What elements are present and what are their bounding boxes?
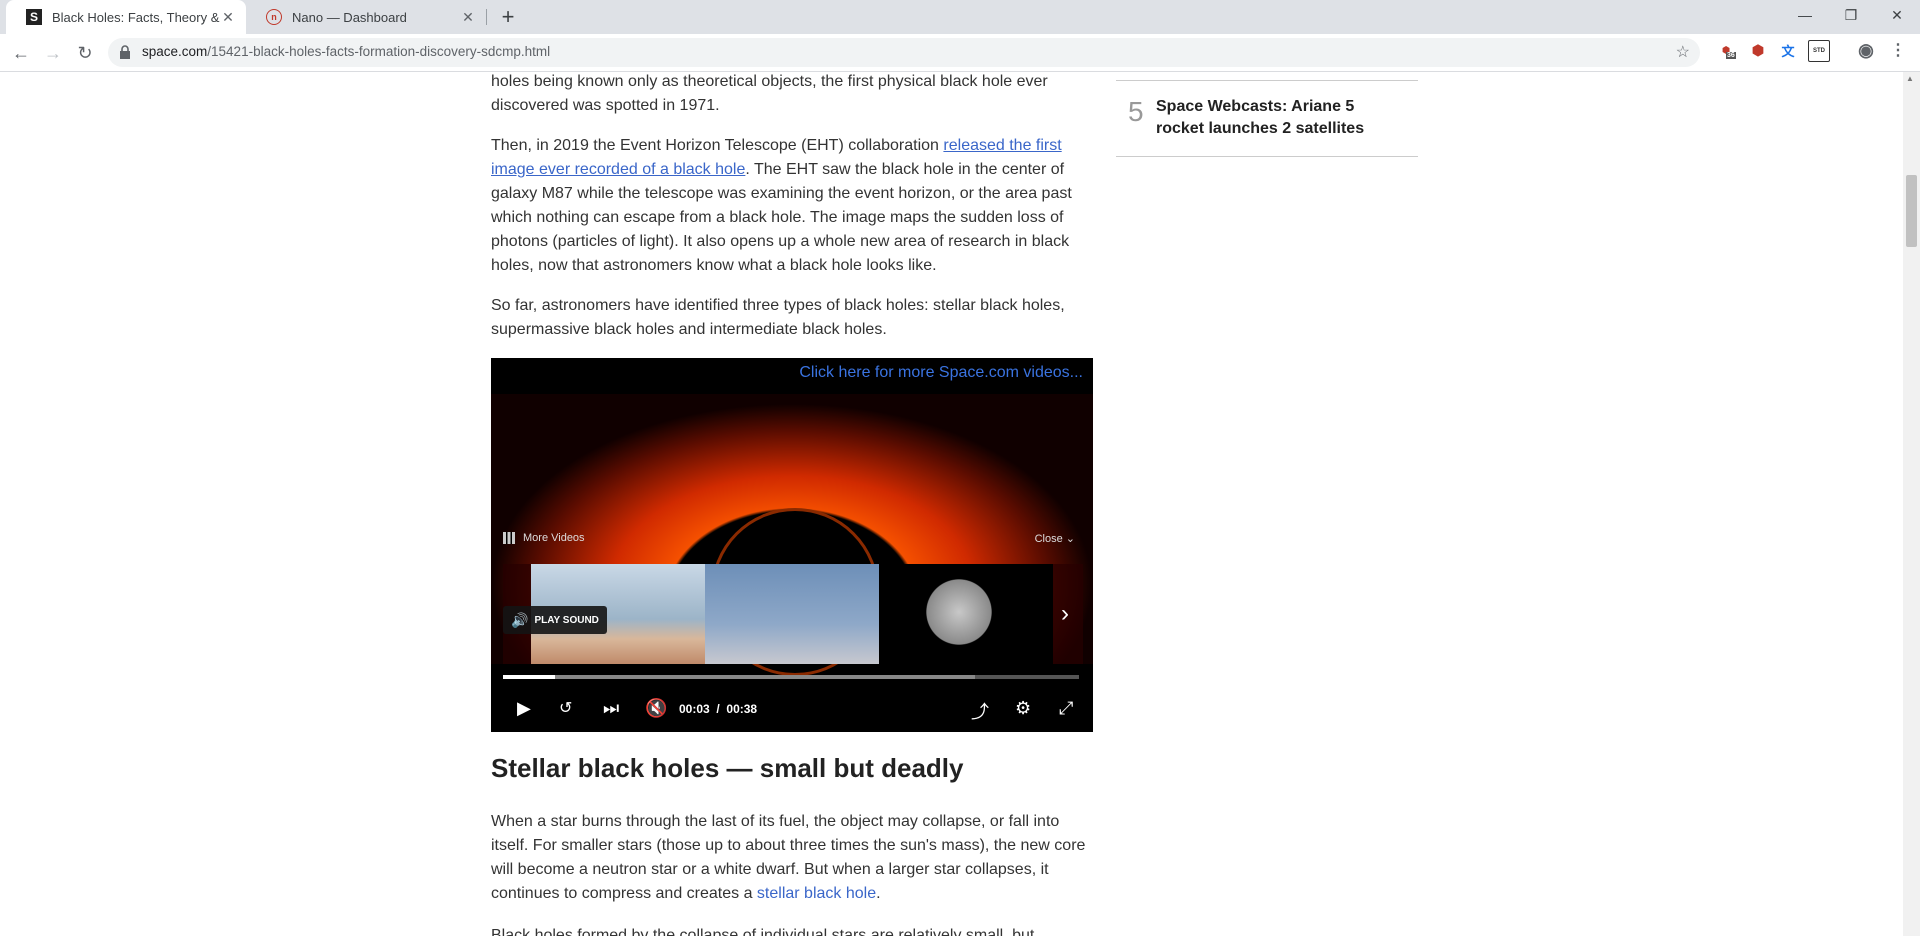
tab-strip: S Black Holes: Facts, Theory & Defi ✕ n … (0, 0, 1920, 34)
extension-badge: 36 (1726, 52, 1736, 59)
nano-extension-icon[interactable]: ⬢ (1748, 40, 1768, 60)
new-tab-icon[interactable]: + (496, 5, 520, 29)
article-paragraph: Then, in 2019 the Event Horizon Telescop… (491, 137, 1072, 274)
speaker-icon: 🔊 (511, 611, 529, 628)
tab-title: Black Holes: Facts, Theory & Defi (52, 9, 220, 25)
article-paragraph: Black holes formed by the collapse of in… (491, 927, 1035, 936)
video-thumbnail[interactable] (879, 564, 1053, 664)
article-paragraph: So far, astronomers have identified thre… (491, 297, 1065, 338)
muted-speaker-icon[interactable]: 🔇 (645, 698, 667, 719)
grid-icon (503, 532, 515, 544)
browser-toolbar: ← → ↻ space.com/15421-black-holes-facts-… (0, 34, 1920, 72)
extension-shield-icon[interactable]: ⬢ 36 (1716, 40, 1736, 60)
close-playlist-button[interactable]: Close ⌄ (1035, 532, 1075, 545)
menu-kebab-icon[interactable]: ⋮ (1888, 40, 1908, 60)
trending-title[interactable]: Space Webcasts: Ariane 5 rocket launches… (1156, 96, 1396, 140)
video-controls: ▶ ↺ ⏭ 🔇 00:03 / 00:38 ⤴ ⚙ ⤢ (491, 688, 1093, 732)
space-favicon-icon: S (26, 9, 42, 25)
std-extension-icon[interactable]: STD (1808, 40, 1830, 62)
share-icon[interactable]: ⤴ (971, 698, 989, 724)
divider (1116, 156, 1418, 157)
profile-avatar-icon[interactable]: ◉ (1856, 40, 1876, 60)
restore-icon[interactable]: ❐ (1828, 0, 1874, 30)
reload-icon[interactable]: ↻ (72, 40, 98, 66)
close-tab-icon[interactable]: ✕ (460, 9, 476, 25)
scrollbar-thumb[interactable] (1906, 175, 1917, 247)
stellar-black-hole-link[interactable]: stellar black hole (757, 885, 876, 902)
lock-icon (120, 45, 130, 59)
minimize-icon[interactable]: — (1782, 0, 1828, 30)
translate-icon[interactable]: 文 (1778, 40, 1798, 60)
trending-rank: 5 (1128, 96, 1144, 127)
section-heading: Stellar black holes — small but deadly (491, 753, 964, 783)
chevron-down-icon: ⌄ (1065, 533, 1075, 545)
play-icon[interactable]: ▶ (517, 698, 531, 719)
forward-icon[interactable]: → (40, 40, 66, 66)
article-paragraph: holes being known only as theoretical ob… (491, 73, 1048, 114)
fullscreen-icon[interactable]: ⤢ (1059, 698, 1073, 719)
article-paragraph: When a star burns through the last of it… (491, 813, 1086, 902)
close-window-icon[interactable]: ✕ (1874, 0, 1920, 30)
more-videos-link[interactable]: Click here for more Space.com videos... (799, 364, 1083, 382)
address-bar[interactable]: space.com/15421-black-holes-facts-format… (108, 38, 1700, 67)
video-player[interactable]: Click here for more Space.com videos... … (491, 358, 1093, 732)
url-text: space.com/15421-black-holes-facts-format… (142, 44, 551, 59)
scroll-up-arrow-icon[interactable]: ▲ (1906, 74, 1914, 83)
settings-gear-icon[interactable]: ⚙ (1015, 698, 1031, 719)
tab-separator (486, 9, 487, 25)
tab-nano-dashboard[interactable]: n Nano — Dashboard ✕ (246, 0, 486, 34)
back-icon[interactable]: ← (8, 40, 34, 66)
nano-favicon-icon: n (266, 9, 282, 25)
more-videos-button[interactable]: More Videos (503, 532, 585, 544)
tab-black-holes[interactable]: S Black Holes: Facts, Theory & Defi ✕ (6, 0, 246, 34)
progress-played (503, 675, 555, 679)
bookmark-star-icon[interactable]: ☆ (1676, 42, 1690, 62)
next-track-icon[interactable]: ⏭ (603, 698, 619, 719)
tab-title: Nano — Dashboard (292, 9, 407, 25)
progress-loaded (503, 675, 976, 679)
rewind-10-icon[interactable]: ↺ (559, 698, 572, 718)
chevron-right-icon[interactable]: › (1061, 600, 1069, 628)
page-content: holes being known only as theoretical ob… (0, 72, 1903, 936)
divider (1116, 80, 1418, 81)
video-progress-bar[interactable] (503, 675, 1079, 679)
video-time: 00:03 / 00:38 (679, 702, 758, 716)
video-thumbnail[interactable] (705, 564, 879, 664)
close-tab-icon[interactable]: ✕ (220, 9, 236, 25)
play-sound-button[interactable]: 🔊 PLAY SOUND (503, 606, 607, 634)
